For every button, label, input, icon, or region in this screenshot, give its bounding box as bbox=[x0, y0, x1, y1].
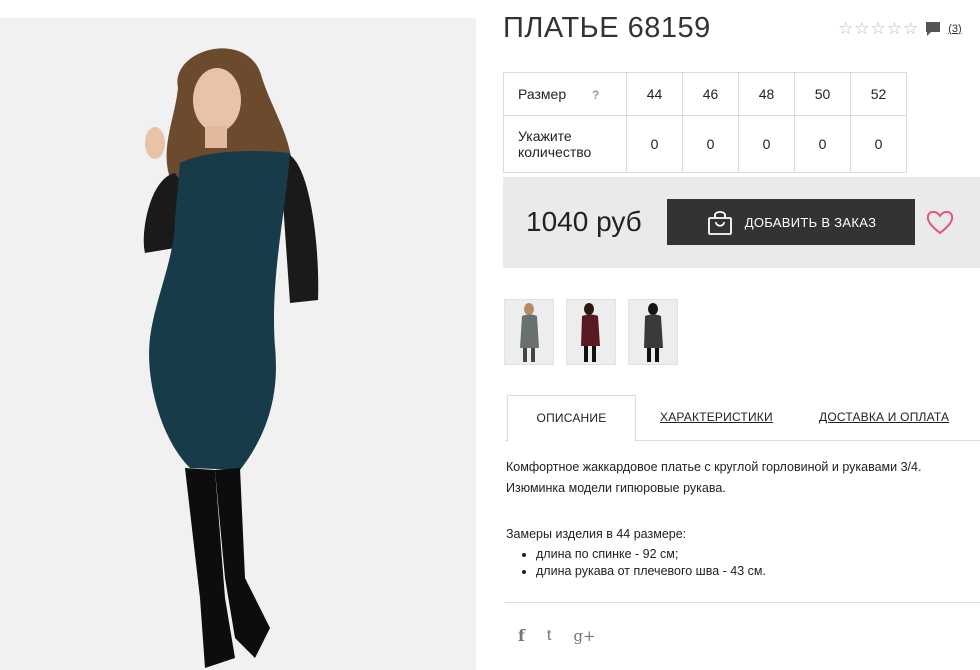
divider bbox=[505, 602, 980, 603]
tab-characteristics[interactable]: ХАРАКТЕРИСТИКИ bbox=[660, 395, 773, 439]
tab-delivery-payment[interactable]: ДОСТАВКА И ОПЛАТА bbox=[819, 395, 949, 439]
size-value: 44 bbox=[626, 72, 683, 116]
quantity-input-52[interactable] bbox=[856, 135, 901, 153]
quantity-label: Укажите количество bbox=[503, 115, 627, 173]
measurements-title: Замеры изделия в 44 размере: bbox=[506, 527, 687, 541]
size-value: 52 bbox=[850, 72, 907, 116]
quantity-input-48[interactable] bbox=[744, 135, 789, 153]
size-value: 46 bbox=[682, 72, 739, 116]
rating: ☆ ☆ ☆ ☆ ☆ (3) bbox=[838, 20, 962, 37]
star-icon[interactable]: ☆ bbox=[887, 20, 902, 37]
google-plus-icon[interactable]: g+ bbox=[573, 627, 595, 645]
buy-bar: 1040 руб ДОБАВИТЬ В ЗАКАЗ bbox=[503, 177, 980, 268]
comment-icon[interactable] bbox=[925, 21, 941, 37]
tab-description[interactable]: ОПИСАНИЕ bbox=[507, 395, 636, 442]
product-title: ПЛАТЬЕ 68159 bbox=[503, 12, 711, 44]
thumbnail[interactable] bbox=[504, 299, 554, 365]
size-value: 50 bbox=[794, 72, 851, 116]
size-label-cell: Размер ? bbox=[503, 72, 627, 116]
shopping-bag-icon bbox=[707, 211, 732, 235]
list-item: длина рукава от плечевого шва - 43 см. bbox=[536, 563, 976, 581]
measurements-list: длина по спинке - 92 см; длина рукава от… bbox=[506, 546, 976, 581]
quantity-input-46[interactable] bbox=[688, 135, 733, 153]
size-table: Размер ? 44 46 48 50 52 Укажите количест… bbox=[503, 72, 907, 173]
price: 1040 руб bbox=[526, 206, 642, 237]
star-icon[interactable]: ☆ bbox=[903, 20, 918, 37]
product-tabs: ОПИСАНИЕ ХАРАКТЕРИСТИКИ ДОСТАВКА И ОПЛАТ… bbox=[505, 395, 980, 442]
add-to-order-button[interactable]: ДОБАВИТЬ В ЗАКАЗ bbox=[667, 199, 915, 245]
list-item: длина по спинке - 92 см; bbox=[536, 546, 976, 564]
quantity-input-44[interactable] bbox=[632, 135, 677, 153]
size-label: Размер bbox=[518, 86, 567, 102]
social-share: f t g+ bbox=[518, 626, 618, 645]
star-icon[interactable]: ☆ bbox=[838, 20, 853, 37]
description-text: Комфортное жаккардовое платье с круглой … bbox=[506, 460, 922, 474]
add-to-order-label: ДОБАВИТЬ В ЗАКАЗ bbox=[744, 214, 877, 230]
description-text: Изюминка модели гипюровые рукава. bbox=[506, 480, 726, 495]
size-value: 48 bbox=[738, 72, 795, 116]
thumbnail[interactable] bbox=[628, 299, 678, 365]
help-icon[interactable]: ? bbox=[592, 88, 599, 102]
star-icon[interactable]: ☆ bbox=[854, 20, 869, 37]
thumbnail[interactable] bbox=[566, 299, 616, 365]
product-main-image[interactable] bbox=[0, 18, 476, 670]
facebook-icon[interactable]: f bbox=[518, 626, 525, 645]
description-panel: Комфортное жаккардовое платье с круглой … bbox=[506, 457, 976, 581]
heart-icon[interactable] bbox=[925, 207, 955, 237]
twitter-icon[interactable]: t bbox=[547, 627, 551, 645]
thumbnail-gallery bbox=[504, 299, 690, 365]
star-icon[interactable]: ☆ bbox=[871, 20, 886, 37]
quantity-input-50[interactable] bbox=[800, 135, 845, 153]
review-count-link[interactable]: (3) bbox=[948, 23, 961, 35]
